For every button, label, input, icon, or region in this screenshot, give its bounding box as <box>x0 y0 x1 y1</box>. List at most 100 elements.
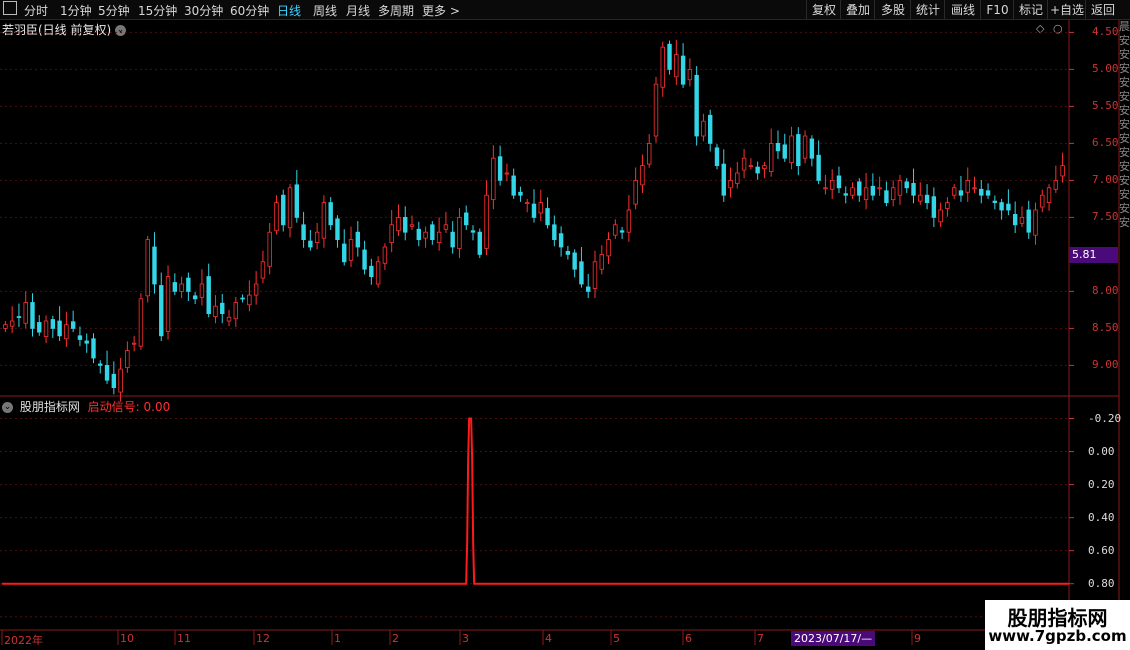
candle-body <box>192 295 198 300</box>
candle-body <box>43 320 49 337</box>
candle-body <box>464 212 469 226</box>
y-tick-label: 5.00 <box>1092 62 1119 76</box>
candle-body <box>843 193 848 196</box>
candle-body <box>443 224 449 230</box>
candle-body <box>186 277 191 292</box>
candle-body <box>667 43 672 70</box>
candle-body <box>328 202 333 226</box>
candle-body <box>816 154 821 181</box>
candle-body <box>755 166 760 174</box>
date-tick-label: 10 <box>120 632 134 645</box>
candle-body <box>220 302 225 314</box>
candle-body <box>558 233 564 248</box>
candle-body <box>382 246 388 264</box>
candle-body <box>172 282 178 292</box>
date-tick-label: 2022年 <box>4 634 43 647</box>
candle-body <box>23 302 28 324</box>
candle-body <box>342 243 347 263</box>
date-tick-label: 2 <box>392 632 399 645</box>
candle-body <box>274 202 279 232</box>
candle-body <box>321 202 327 239</box>
date-tick-label: 3 <box>462 632 469 645</box>
candle-body <box>240 297 245 300</box>
candle-body <box>1040 194 1045 208</box>
candle-body <box>98 363 103 366</box>
candle-body <box>531 203 537 218</box>
candle-body <box>362 249 367 270</box>
candle-body <box>84 340 89 344</box>
candle-body <box>77 335 83 340</box>
candle-body <box>1019 216 1025 224</box>
candle-body <box>1033 209 1038 236</box>
candle-body <box>287 187 293 229</box>
candle-body <box>870 185 876 196</box>
candle-body <box>775 142 781 152</box>
candle-body <box>159 285 164 337</box>
candle-body <box>91 338 96 359</box>
candle-body <box>389 224 394 243</box>
candle-body <box>152 246 157 285</box>
candle-body <box>538 202 543 214</box>
candle-body <box>850 187 855 196</box>
candle-body <box>992 200 998 203</box>
candle-body <box>708 114 713 144</box>
candle-body <box>1053 179 1059 190</box>
candle-body <box>965 179 970 193</box>
candle-body <box>1026 209 1031 233</box>
candle-body <box>430 224 435 241</box>
candle-body <box>586 286 591 292</box>
date-tick-label: 12 <box>256 632 270 645</box>
candle-body <box>213 305 218 317</box>
date-tick-label: 4 <box>545 632 552 645</box>
candle-body <box>16 316 22 318</box>
indicator-y-tick-label: 0.60 <box>1088 543 1115 557</box>
candle-body <box>728 179 733 189</box>
candle-body <box>904 181 909 189</box>
candle-body <box>131 342 137 345</box>
candle-body <box>111 373 117 388</box>
candle-body <box>694 74 699 137</box>
candle-body <box>958 190 964 196</box>
candle-body <box>37 322 42 333</box>
candle-body <box>1006 203 1011 211</box>
indicator-y-tick-label: 0.00 <box>1088 444 1115 458</box>
candle-body <box>335 218 340 241</box>
candle-body <box>680 55 686 85</box>
candle-body <box>918 194 923 202</box>
candle-body <box>247 294 252 306</box>
candle-body <box>436 231 442 243</box>
candle-body <box>138 298 144 347</box>
candle-body <box>355 231 360 248</box>
candle-body <box>1046 187 1052 204</box>
chevron-down-icon[interactable]: ⌄ <box>2 402 13 413</box>
candle-body <box>233 302 239 320</box>
candle-body <box>545 208 550 226</box>
y-tick-label: 8.00 <box>1092 284 1119 298</box>
candle-body <box>714 147 720 166</box>
candle-body <box>809 138 815 159</box>
candle-body <box>281 194 286 226</box>
candle-body <box>572 252 577 270</box>
indicator-y-tick-label: -0.20 <box>1088 411 1122 425</box>
candle-body <box>396 216 401 232</box>
cursor-date-tag: 2023/07/17/— <box>791 631 876 646</box>
candle-body <box>179 283 184 292</box>
candle-body <box>938 209 943 223</box>
candle-body <box>884 190 889 203</box>
candle-body <box>741 157 747 171</box>
candle-body <box>253 283 259 296</box>
candle-body <box>721 163 726 196</box>
candle-body <box>653 83 659 137</box>
candle-body <box>857 181 862 196</box>
y-tick-label: 4.50 <box>1092 25 1119 39</box>
candle-body <box>375 261 381 285</box>
candle-body <box>890 187 896 201</box>
candle-body <box>30 302 35 329</box>
chart-area <box>0 20 1120 650</box>
candle-body <box>470 230 476 233</box>
candle-body <box>660 46 665 88</box>
candle-body <box>565 251 571 255</box>
candle-body <box>511 175 516 196</box>
indicator-title: ⌄ 股朋指标网 启动信号: 0.00 <box>2 398 170 415</box>
candle-body <box>633 179 638 205</box>
